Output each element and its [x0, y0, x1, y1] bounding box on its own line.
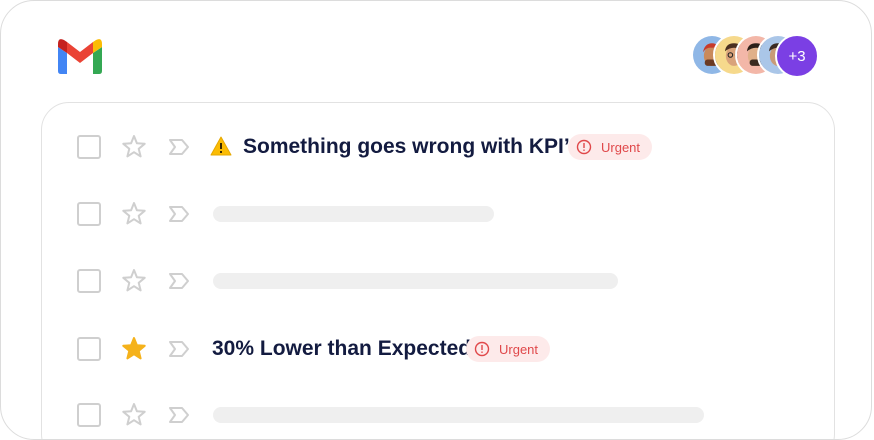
select-checkbox[interactable] — [77, 403, 101, 427]
participant-avatars: +3 — [691, 34, 823, 78]
alert-circle-icon — [474, 341, 490, 357]
more-participants-button[interactable]: +3 — [775, 34, 819, 78]
badge-label: Urgent — [601, 139, 641, 155]
email-subject[interactable]: 30% Lower than Expected — [212, 336, 471, 362]
importance-marker-icon[interactable] — [167, 405, 191, 425]
select-checkbox[interactable] — [77, 337, 101, 361]
email-row[interactable] — [42, 259, 834, 303]
importance-marker-icon[interactable] — [167, 271, 191, 291]
alert-circle-icon — [576, 139, 592, 155]
importance-marker-icon[interactable] — [167, 204, 191, 224]
email-row[interactable] — [42, 192, 834, 236]
email-row[interactable] — [42, 393, 834, 437]
email-row[interactable]: Something goes wrong with KPI’s Urgent — [42, 125, 834, 169]
warning-icon — [210, 135, 232, 157]
select-checkbox[interactable] — [77, 202, 101, 226]
star-icon[interactable] — [120, 200, 148, 228]
subject-placeholder — [213, 206, 494, 222]
email-list: Something goes wrong with KPI’s Urgent 3… — [41, 102, 835, 439]
star-filled-icon[interactable] — [120, 335, 148, 363]
star-icon[interactable] — [120, 267, 148, 295]
subject-placeholder — [213, 273, 618, 289]
star-icon[interactable] — [120, 133, 148, 161]
star-icon[interactable] — [120, 401, 148, 429]
urgent-badge[interactable]: Urgent — [568, 134, 653, 160]
email-widget-frame: +3 Something goes wrong with KPI’s Urgen… — [0, 0, 872, 440]
email-row[interactable]: 30% Lower than Expected Urgent — [42, 327, 834, 371]
email-subject[interactable]: Something goes wrong with KPI’s — [243, 134, 581, 160]
select-checkbox[interactable] — [77, 135, 101, 159]
importance-marker-icon[interactable] — [167, 137, 191, 157]
importance-marker-icon[interactable] — [167, 339, 191, 359]
urgent-badge[interactable]: Urgent — [466, 336, 551, 362]
subject-placeholder — [213, 407, 704, 423]
badge-label: Urgent — [499, 341, 539, 357]
gmail-logo[interactable] — [55, 37, 105, 75]
select-checkbox[interactable] — [77, 269, 101, 293]
